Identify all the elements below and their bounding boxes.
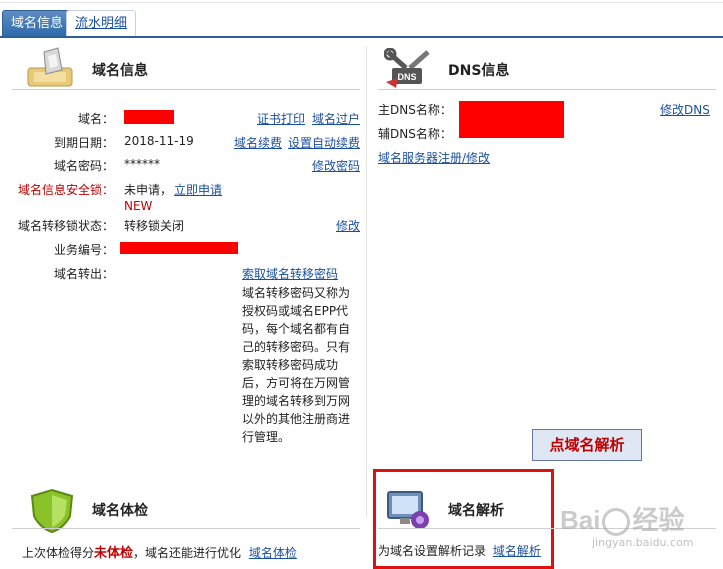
modify-dns-link[interactable]: 修改DNS [660, 101, 710, 118]
change-password-link[interactable]: 修改密码 [312, 157, 360, 174]
domain-info-title: 域名信息 [92, 63, 148, 79]
domain-info-divider [12, 89, 360, 90]
health-text-suffix: ，域名还能进行优化 [133, 546, 242, 560]
watermark-logo: Bai 经验 [560, 500, 684, 537]
password-value: ****** [124, 157, 160, 171]
tab-bar: 域名信息 流水明细 [0, 8, 723, 38]
resolve-title: 域名解析 [448, 503, 504, 519]
monitor-icon [387, 491, 429, 529]
transfer-out-label: 域名转出： [53, 267, 114, 281]
health-text-prefix: 上次体检得分 [22, 546, 95, 560]
column-divider [366, 46, 367, 516]
transfer-lock-modify-link[interactable]: 修改 [336, 217, 360, 234]
health-not-checked: 未体检 [94, 546, 134, 561]
domain-label: 域名： [77, 112, 114, 126]
business-number-label: 业务编号： [53, 243, 114, 257]
top-border [0, 2, 723, 3]
transfer-lock-value: 转移锁关闭 [124, 219, 185, 233]
tab-transaction-details[interactable]: 流水明细 [66, 10, 137, 36]
dns-tools-icon: DNS [384, 48, 430, 88]
apply-lock-link[interactable]: 立即申请 [174, 181, 222, 198]
renew-link[interactable]: 域名续费 [234, 134, 282, 151]
domain-info-icon [27, 47, 73, 87]
svg-text:DNS: DNS [397, 72, 416, 82]
watermark-paw-icon [602, 508, 631, 537]
callout-click-resolve: 点域名解析 [532, 429, 642, 461]
get-transfer-code-link[interactable]: 索取域名转移密码 [242, 265, 338, 282]
expiry-label: 到期日期： [53, 136, 114, 150]
transfer-lock-label: 域名转移锁状态： [17, 219, 114, 233]
resolve-row: 为域名设置解析记录 域名解析 [378, 542, 541, 559]
secondary-dns-label: 辅DNS名称： [378, 127, 452, 141]
dns-redacted [459, 101, 564, 138]
auto-renew-link[interactable]: 设置自动续费 [288, 134, 360, 151]
dns-info-divider [378, 89, 716, 90]
business-number-redacted [120, 242, 238, 254]
health-status-text: 上次体检得分未体检，域名还能进行优化 域名体检 [22, 542, 297, 561]
new-badge: NEW [124, 199, 153, 213]
tab-domain-info[interactable]: 域名信息 [2, 10, 73, 36]
primary-dns-label: 主DNS名称： [378, 103, 452, 117]
nameserver-register-link[interactable]: 域名服务器注册/修改 [378, 149, 490, 166]
transfer-owner-link[interactable]: 域名过户 [312, 110, 360, 127]
dns-info-title: DNS信息 [448, 63, 510, 79]
health-check-link[interactable]: 域名体检 [249, 546, 297, 560]
resolve-link[interactable]: 域名解析 [493, 544, 541, 558]
health-divider [12, 528, 360, 529]
security-lock-value: 未申请， [124, 183, 173, 197]
expiry-value: 2018-11-19 [124, 134, 194, 148]
transfer-note: 域名转移密码又称为授权码或域名EPP代码，每个域名都有自己的转移密码。只有索取转… [242, 286, 351, 444]
watermark-brand: Bai [560, 505, 601, 535]
health-title: 域名体检 [92, 503, 148, 519]
resolve-text: 为域名设置解析记录 [378, 544, 487, 558]
domain-redacted [124, 110, 174, 124]
watermark-url: jingyan.baidu.com [592, 536, 694, 549]
cert-print-link[interactable]: 证书打印 [257, 110, 305, 127]
watermark-brand2: 经验 [632, 505, 685, 535]
password-label: 域名密码： [53, 159, 114, 173]
security-lock-label: 域名信息安全锁： [17, 183, 114, 197]
